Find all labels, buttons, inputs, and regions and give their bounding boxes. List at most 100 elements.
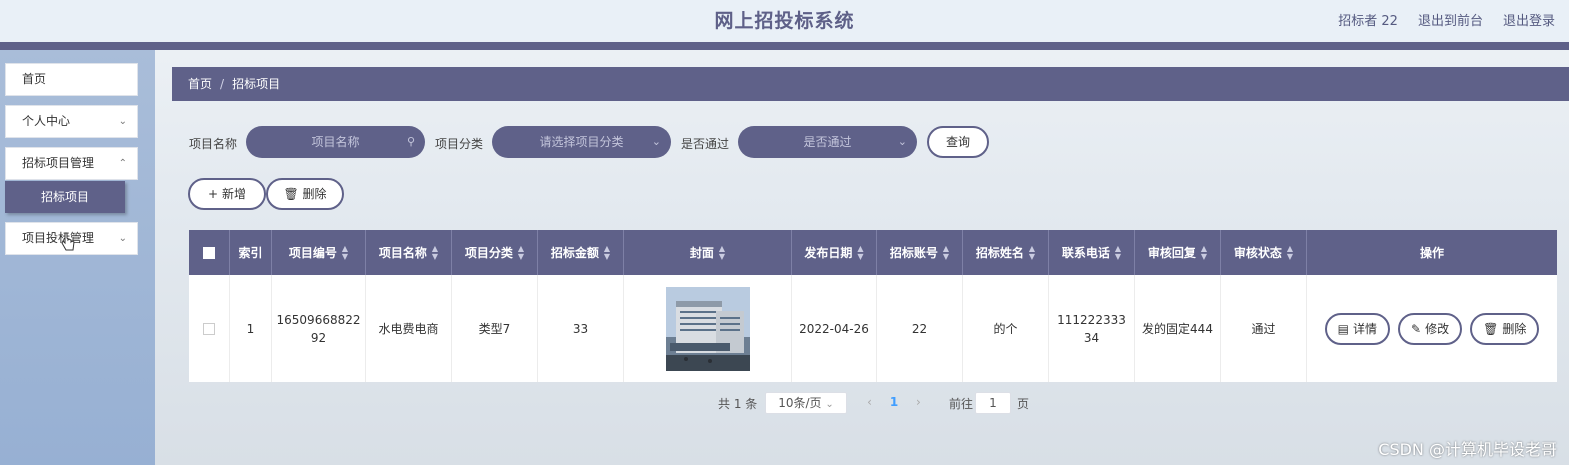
current-page-number[interactable]: 1 — [890, 395, 898, 409]
table-row: 1 16509668822 92 水电费电商 类型7 33 2022-04-26… — [189, 275, 1557, 382]
query-button[interactable]: 查询 — [927, 126, 989, 158]
edit-button[interactable]: ✎ 修改 — [1398, 312, 1463, 345]
col-label: 项目名称 — [378, 246, 427, 260]
select-all-checkbox[interactable] — [203, 246, 215, 259]
row-checkbox[interactable] — [203, 322, 215, 335]
phone-line2: 34 — [1083, 330, 1100, 345]
sort-icon: ▲ ▼ — [1028, 243, 1036, 261]
sidebar-item-label: 项目投标管理 — [22, 231, 95, 245]
chevron-down-icon: ⌄ — [118, 233, 127, 244]
row-delete-button[interactable]: 🗑 删除 — [1470, 312, 1540, 345]
sort-icon: ▲ ▼ — [1200, 243, 1208, 261]
building-photo — [665, 286, 750, 371]
col-label: 审核状态 — [1233, 246, 1282, 260]
batch-delete-button[interactable]: 🗑 删除 — [266, 178, 344, 210]
chevron-down-icon: ⌄ — [118, 116, 127, 127]
sort-icon: ▲ ▼ — [603, 243, 611, 261]
col-phone[interactable]: 联系电话 ▲ ▼ — [1049, 230, 1135, 275]
chevron-down-icon: ⌄ — [825, 399, 834, 410]
project-category-select[interactable]: 请选择项目分类 ⌄ — [492, 126, 671, 158]
project-name-label: 项目名称 — [189, 137, 238, 151]
sort-icon: ▲ ▼ — [341, 243, 349, 261]
col-category[interactable]: 项目分类 ▲ ▼ — [452, 230, 538, 275]
add-button-label: 新增 — [221, 187, 246, 201]
sidebar-item-bid-project-mgmt[interactable]: 招标项目管理 ⌃ — [5, 147, 138, 180]
project-category-label: 项目分类 — [435, 137, 484, 151]
col-project-no[interactable]: 项目编号 ▲ ▼ — [272, 230, 366, 275]
detail-button-label: 详情 — [1353, 321, 1378, 336]
bid-project-table: 索引 项目编号 ▲ ▼ 项目名称 ▲ ▼ 项目分类 ▲ ▼ 招标金额 ▲ ▼ 封面 ▲ ▼ 发布日期… — [189, 230, 1557, 382]
col-project-name[interactable]: 项目名称 ▲ ▼ — [366, 230, 452, 275]
edit-button-label: 修改 — [1425, 321, 1450, 336]
pencil-icon: ✎ — [1411, 321, 1422, 336]
document-icon: ▤ — [1337, 321, 1349, 336]
prev-page-icon[interactable]: ‹ — [867, 395, 872, 409]
col-label: 项目分类 — [464, 246, 513, 260]
project-name-placeholder: 项目名称 — [311, 135, 360, 149]
cell-actions: ▤ 详情 ✎ 修改 🗑 删除 — [1307, 275, 1557, 382]
pagination-total: 共 1 条 — [718, 397, 758, 411]
to-front-link[interactable]: 退出到前台 — [1418, 10, 1483, 29]
row-select-cell — [189, 275, 230, 382]
breadcrumb-current: 招标项目 — [232, 77, 281, 91]
sidebar-item-label: 个人中心 — [22, 114, 71, 128]
col-actions: 操作 — [1307, 230, 1557, 275]
col-label: 审核回复 — [1147, 246, 1196, 260]
col-reply[interactable]: 审核回复 ▲ ▼ — [1135, 230, 1221, 275]
header-nav: 招标者 22 退出到前台 退出登录 — [1338, 10, 1555, 29]
page-size-select[interactable]: 10条/页 ⌄ — [765, 392, 847, 414]
breadcrumb-home[interactable]: 首页 — [188, 77, 212, 91]
col-index: 索引 — [230, 230, 272, 275]
pass-status-select[interactable]: 是否通过 ⌄ — [738, 126, 917, 158]
trash-icon: 🗑 — [1483, 321, 1499, 336]
logout-link[interactable]: 退出登录 — [1503, 10, 1555, 29]
cell-amount: 33 — [538, 275, 624, 382]
next-page-icon[interactable]: › — [916, 395, 921, 409]
cover-image[interactable] — [665, 286, 750, 371]
page-unit-label: 页 — [1017, 397, 1030, 411]
top-header: 网上招投标系统 招标者 22 退出到前台 退出登录 — [0, 0, 1569, 42]
sort-icon: ▲ ▼ — [517, 243, 525, 261]
breadcrumb-separator: / — [220, 77, 225, 91]
cell-phone: 111222333 34 — [1049, 275, 1135, 382]
page-size-value: 10条/页 — [778, 396, 822, 410]
project-name-input[interactable]: 项目名称 ⚲ — [246, 126, 425, 158]
col-label: 操作 — [1419, 246, 1444, 260]
cell-cover — [624, 275, 792, 382]
page-nav: ‹ 1 › — [860, 392, 928, 414]
cell-date: 2022-04-26 — [792, 275, 877, 382]
cell-project-name: 水电费电商 — [366, 275, 452, 382]
cell-status: 通过 — [1221, 275, 1307, 382]
batch-delete-label: 删除 — [302, 187, 327, 201]
goto-page-input[interactable]: 1 — [975, 392, 1011, 414]
plus-icon: + — [208, 187, 219, 201]
trash-icon: 🗑 — [283, 187, 299, 201]
sidebar-subitem-bid-project[interactable]: 招标项目 — [5, 181, 125, 213]
sort-icon: ▲ ▼ — [1114, 243, 1122, 261]
detail-button[interactable]: ▤ 详情 — [1324, 312, 1391, 345]
select-all-cell — [189, 230, 230, 275]
col-date[interactable]: 发布日期 ▲ ▼ — [792, 230, 877, 275]
sidebar-item-personal-center[interactable]: 个人中心 ⌄ — [5, 105, 138, 138]
add-button[interactable]: + 新增 — [188, 178, 266, 210]
col-label: 项目编号 — [288, 246, 337, 260]
cell-account: 22 — [877, 275, 963, 382]
header-stripe — [0, 42, 1569, 50]
col-status[interactable]: 审核状态 ▲ ▼ — [1221, 230, 1307, 275]
goto-label: 前往 — [949, 397, 974, 411]
sort-icon: ▲ ▼ — [1286, 243, 1294, 261]
col-amount[interactable]: 招标金额 ▲ ▼ — [538, 230, 624, 275]
sort-icon: ▲ ▼ — [718, 243, 726, 261]
sort-icon: ▲ ▼ — [857, 243, 864, 261]
col-contact-name[interactable]: 招标姓名 ▲ ▼ — [963, 230, 1049, 275]
col-label: 招标姓名 — [975, 246, 1024, 260]
sidebar-item-home[interactable]: 首页 — [5, 63, 138, 96]
app-title: 网上招投标系统 — [714, 10, 855, 32]
row-delete-label: 删除 — [1502, 321, 1527, 336]
sidebar-item-label: 首页 — [22, 72, 47, 86]
col-cover[interactable]: 封面 ▲ ▼ — [624, 230, 792, 275]
chevron-up-icon: ⌃ — [118, 158, 127, 169]
col-account[interactable]: 招标账号 ▲ ▼ — [877, 230, 963, 275]
breadcrumb: 首页 / 招标项目 — [172, 67, 1569, 101]
cell-reply: 发的固定444 — [1135, 275, 1221, 382]
